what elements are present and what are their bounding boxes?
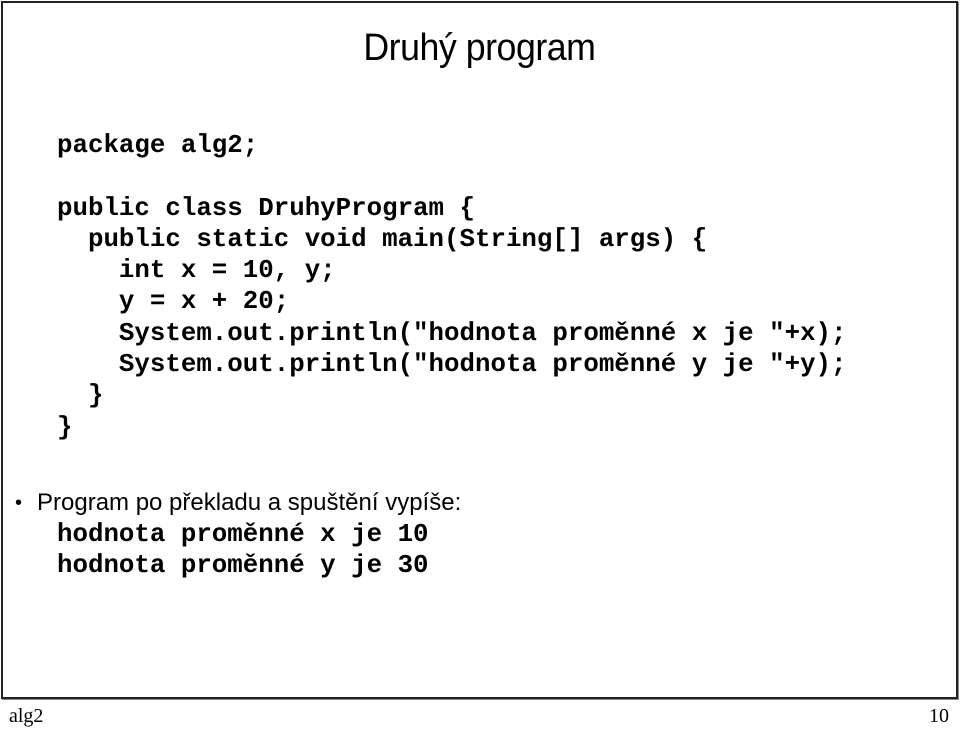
program-output: hodnota proměnné x je 10 hodnota proměnné… (57, 519, 429, 581)
code-line: System.out.println("hodnota proměnné y j… (57, 350, 847, 380)
output-line: hodnota proměnné y je 30 (57, 551, 429, 580)
slide-frame: Druhý program package alg2; public class … (1, 1, 958, 699)
output-line: hodnota proměnné x je 10 (57, 520, 429, 549)
code-line: public static void main(String[] args) { (57, 224, 708, 254)
code-line: } (57, 381, 104, 411)
code-line: package alg2; (57, 131, 259, 160)
footer-course-label: alg2 (9, 705, 44, 727)
slide-title: Druhý program (363, 27, 596, 69)
code-line: public class DruhyProgram { (57, 193, 475, 223)
bullet-text: Program po překladu a spuštění vypíše: (37, 489, 462, 516)
footer-page-number: 10 (929, 705, 949, 727)
code-line: int x = 10, y; (57, 256, 336, 286)
code-line: y = x + 20; (57, 287, 290, 317)
bullet-dot-icon: • (15, 492, 23, 514)
code-line: } (57, 412, 73, 442)
code-line: System.out.println("hodnota proměnné x j… (57, 318, 847, 348)
code-block: package alg2; public class DruhyProgram {… (57, 130, 847, 443)
bullet-item: • Program po překladu a spuštění vypíše: (15, 487, 461, 519)
